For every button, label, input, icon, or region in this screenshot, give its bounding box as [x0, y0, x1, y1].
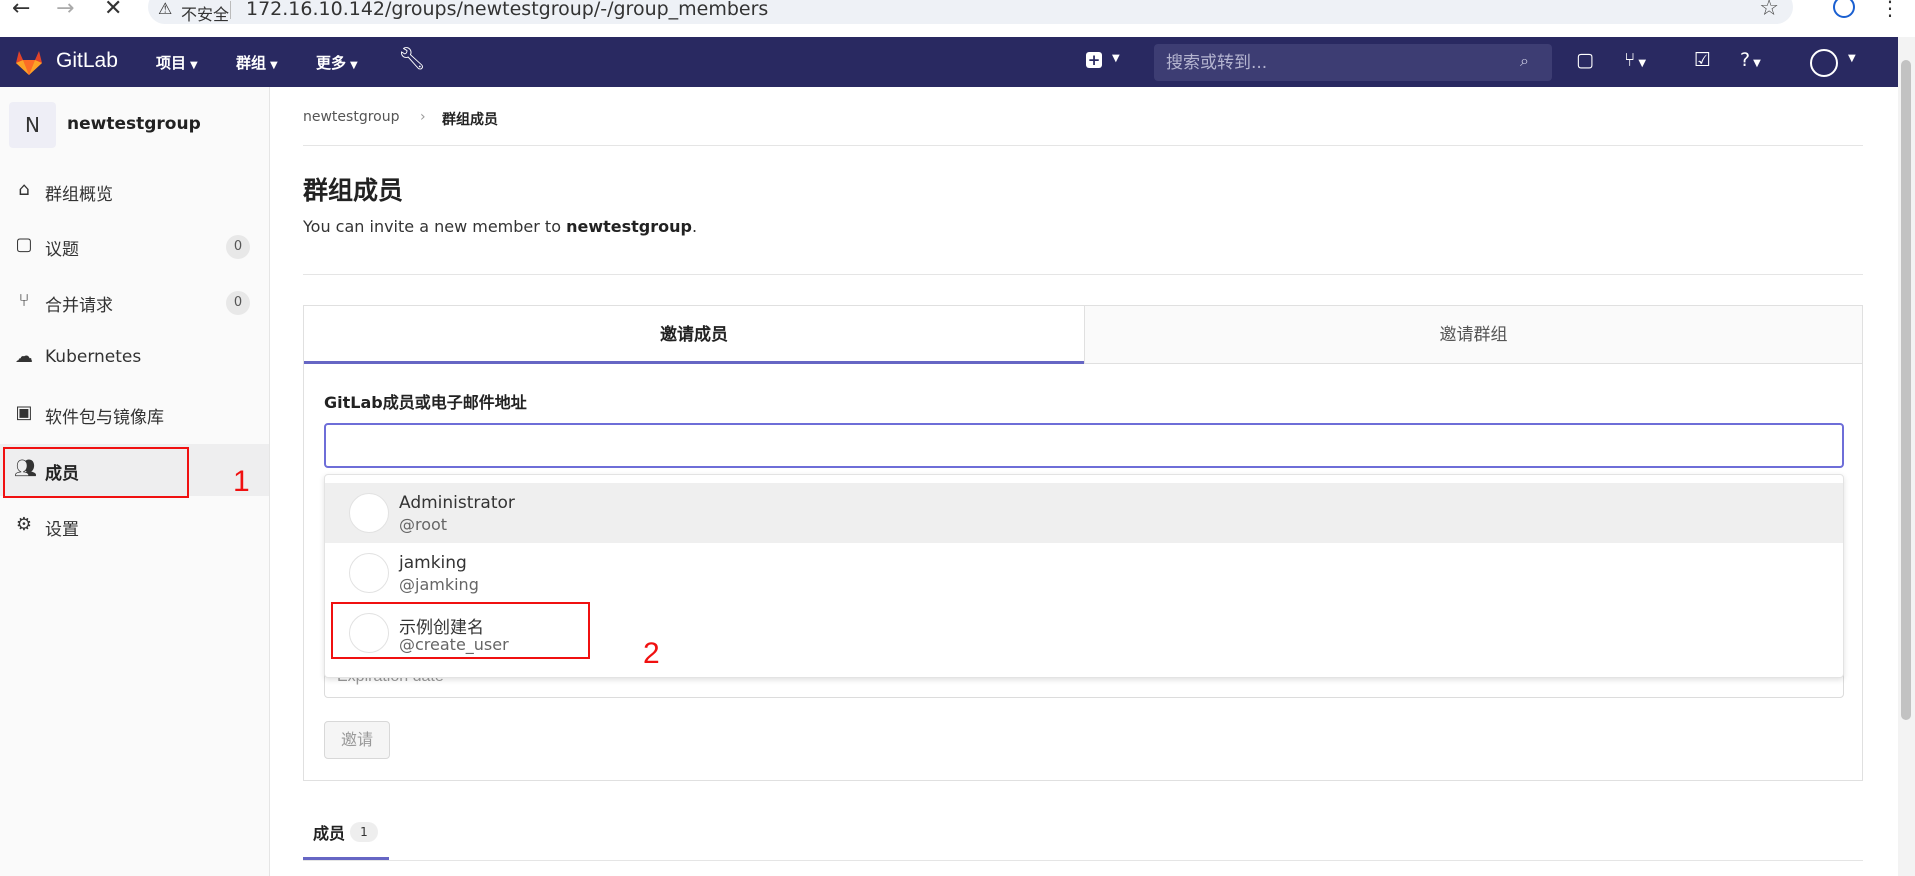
home-icon: ⌂ [18, 179, 30, 200]
sidebar-item-label: Kubernetes [45, 347, 142, 367]
help-icon[interactable]: ? ▼ [1740, 49, 1761, 71]
scrollbar-thumb[interactable] [1901, 60, 1911, 720]
invite-button[interactable]: 邀请 [324, 721, 390, 759]
invite-card: 邀请成员 邀请群组 GitLab成员或电子邮件地址 Administrator … [303, 305, 1863, 781]
chevron-down-icon: ▼ [270, 60, 278, 71]
gear-icon: ⚙ [15, 514, 33, 535]
bookmark-star-icon[interactable]: ☆ [1759, 0, 1779, 21]
sidebar-item-label: 群组概览 [45, 185, 113, 205]
browser-profile-icon[interactable] [1833, 0, 1855, 18]
group-avatar[interactable]: N [9, 102, 56, 148]
breadcrumb-separator-icon: › [420, 109, 426, 125]
sidebar-item-settings[interactable]: ⚙ 设置 [0, 500, 269, 552]
nav-projects-label: 项目 [156, 54, 187, 72]
search-icon[interactable]: ⌕ [1520, 51, 1529, 71]
nav-groups-label: 群组 [236, 54, 267, 72]
user-name: Administrator [399, 493, 515, 513]
user-avatar[interactable] [1810, 49, 1838, 77]
sidebar-item-packages[interactable]: ▣ 软件包与镜像库 [0, 388, 269, 440]
gitlab-logo-icon[interactable] [14, 48, 44, 76]
avatar [349, 493, 389, 533]
sidebar-item-issues[interactable]: ▢ 议题 0 [0, 220, 269, 272]
user-option[interactable]: jamking @jamking [325, 543, 1843, 603]
search-input[interactable] [1154, 44, 1552, 81]
count-badge: 0 [226, 235, 250, 259]
package-icon: ▣ [15, 402, 33, 423]
nav-projects[interactable]: 项目 ▼ [156, 52, 198, 73]
count-badge: 0 [226, 291, 250, 315]
avatar [349, 553, 389, 593]
issues-icon: ▢ [15, 234, 33, 255]
top-navbar: GitLab 项目▼ 群组▼ 更多▼ 🔧︎ + ▼ ⌕ ▢ ⑂▼ ☑ ?▼ ▼ [0, 37, 1898, 87]
sidebar-item-kubernetes[interactable]: ☁ Kubernetes [0, 332, 269, 384]
chevron-down-icon[interactable]: ▼ [1848, 53, 1856, 64]
user-username: @jamking [399, 575, 479, 594]
todo-icon[interactable]: ☑ [1694, 49, 1711, 71]
merge-request-icon: ⑂ [18, 290, 30, 311]
annotation-marker-2: 2 [643, 637, 660, 670]
annotation-box-1 [3, 447, 189, 498]
address-bar[interactable]: ⚠ 不安全 172.16.10.142/groups/newtestgroup/… [148, 0, 1793, 24]
invite-suffix: . [691, 217, 698, 236]
breadcrumb-current[interactable]: 群组成员 [442, 109, 498, 129]
annotation-marker-1: 1 [233, 465, 250, 498]
stop-loading-icon[interactable]: ✕ [104, 0, 122, 21]
annotation-box-2 [331, 602, 590, 659]
tab-invite-member[interactable]: 邀请成员 [304, 306, 1084, 364]
chevron-down-icon[interactable]: ▼ [1112, 53, 1120, 64]
sidebar-item-overview[interactable]: ⌂ 群组概览 [0, 165, 269, 217]
nav-more-label: 更多 [316, 54, 347, 72]
chevron-down-icon: ▼ [190, 60, 198, 71]
security-label[interactable]: 不安全 [181, 1, 229, 25]
chevron-down-icon: ▼ [350, 60, 358, 71]
sidebar-item-label: 软件包与镜像库 [45, 408, 164, 428]
members-count-badge: 1 [350, 822, 378, 842]
browser-menu-icon[interactable]: ⋮ [1880, 0, 1900, 20]
invite-group-name: newtestgroup [566, 217, 692, 236]
gitlab-brand[interactable]: GitLab [56, 49, 118, 73]
page-title: 群组成员 [303, 176, 404, 205]
invite-prefix: You can invite a new member to [303, 217, 567, 236]
wrench-icon[interactable]: 🔧︎ [398, 47, 426, 72]
member-search-input[interactable] [324, 423, 1844, 468]
cloud-icon: ☁ [15, 346, 33, 367]
address-separator [230, 1, 231, 19]
forward-arrow-icon[interactable]: → [56, 0, 74, 21]
sidebar-item-label: 合并请求 [45, 296, 113, 316]
plus-icon[interactable]: + [1086, 52, 1102, 68]
sidebar-item-label: 设置 [45, 520, 79, 540]
warning-icon: ⚠ [158, 0, 173, 18]
user-username: @root [399, 515, 448, 534]
sidebar-item-merge-requests[interactable]: ⑂ 合并请求 0 [0, 276, 269, 328]
nav-groups[interactable]: 群组 ▼ [236, 52, 278, 73]
url-text[interactable]: 172.16.10.142/groups/newtestgroup/-/grou… [246, 0, 768, 20]
tab-invite-group[interactable]: 邀请群组 [1084, 306, 1862, 364]
browser-bar: ← → ✕ ⚠ 不安全 172.16.10.142/groups/newtest… [0, 0, 1915, 26]
invite-description: You can invite a new member to newtestgr… [303, 217, 697, 236]
merge-request-icon[interactable]: ⑂ ▼ [1624, 49, 1646, 71]
group-name[interactable]: newtestgroup [67, 114, 201, 134]
nav-more[interactable]: 更多 ▼ [316, 52, 358, 73]
user-name: jamking [399, 553, 467, 573]
user-option[interactable]: Administrator @root [325, 483, 1843, 543]
back-arrow-icon[interactable]: ← [12, 0, 30, 21]
sidebar-item-label: 议题 [45, 240, 79, 260]
issues-icon[interactable]: ▢ [1576, 49, 1594, 71]
member-field-label: GitLab成员或电子邮件地址 [324, 393, 527, 412]
divider [303, 145, 1863, 146]
breadcrumb-group[interactable]: newtestgroup [303, 109, 399, 125]
divider [303, 860, 1863, 861]
tab-members[interactable]: 成员 [313, 820, 345, 844]
divider [303, 274, 1863, 275]
